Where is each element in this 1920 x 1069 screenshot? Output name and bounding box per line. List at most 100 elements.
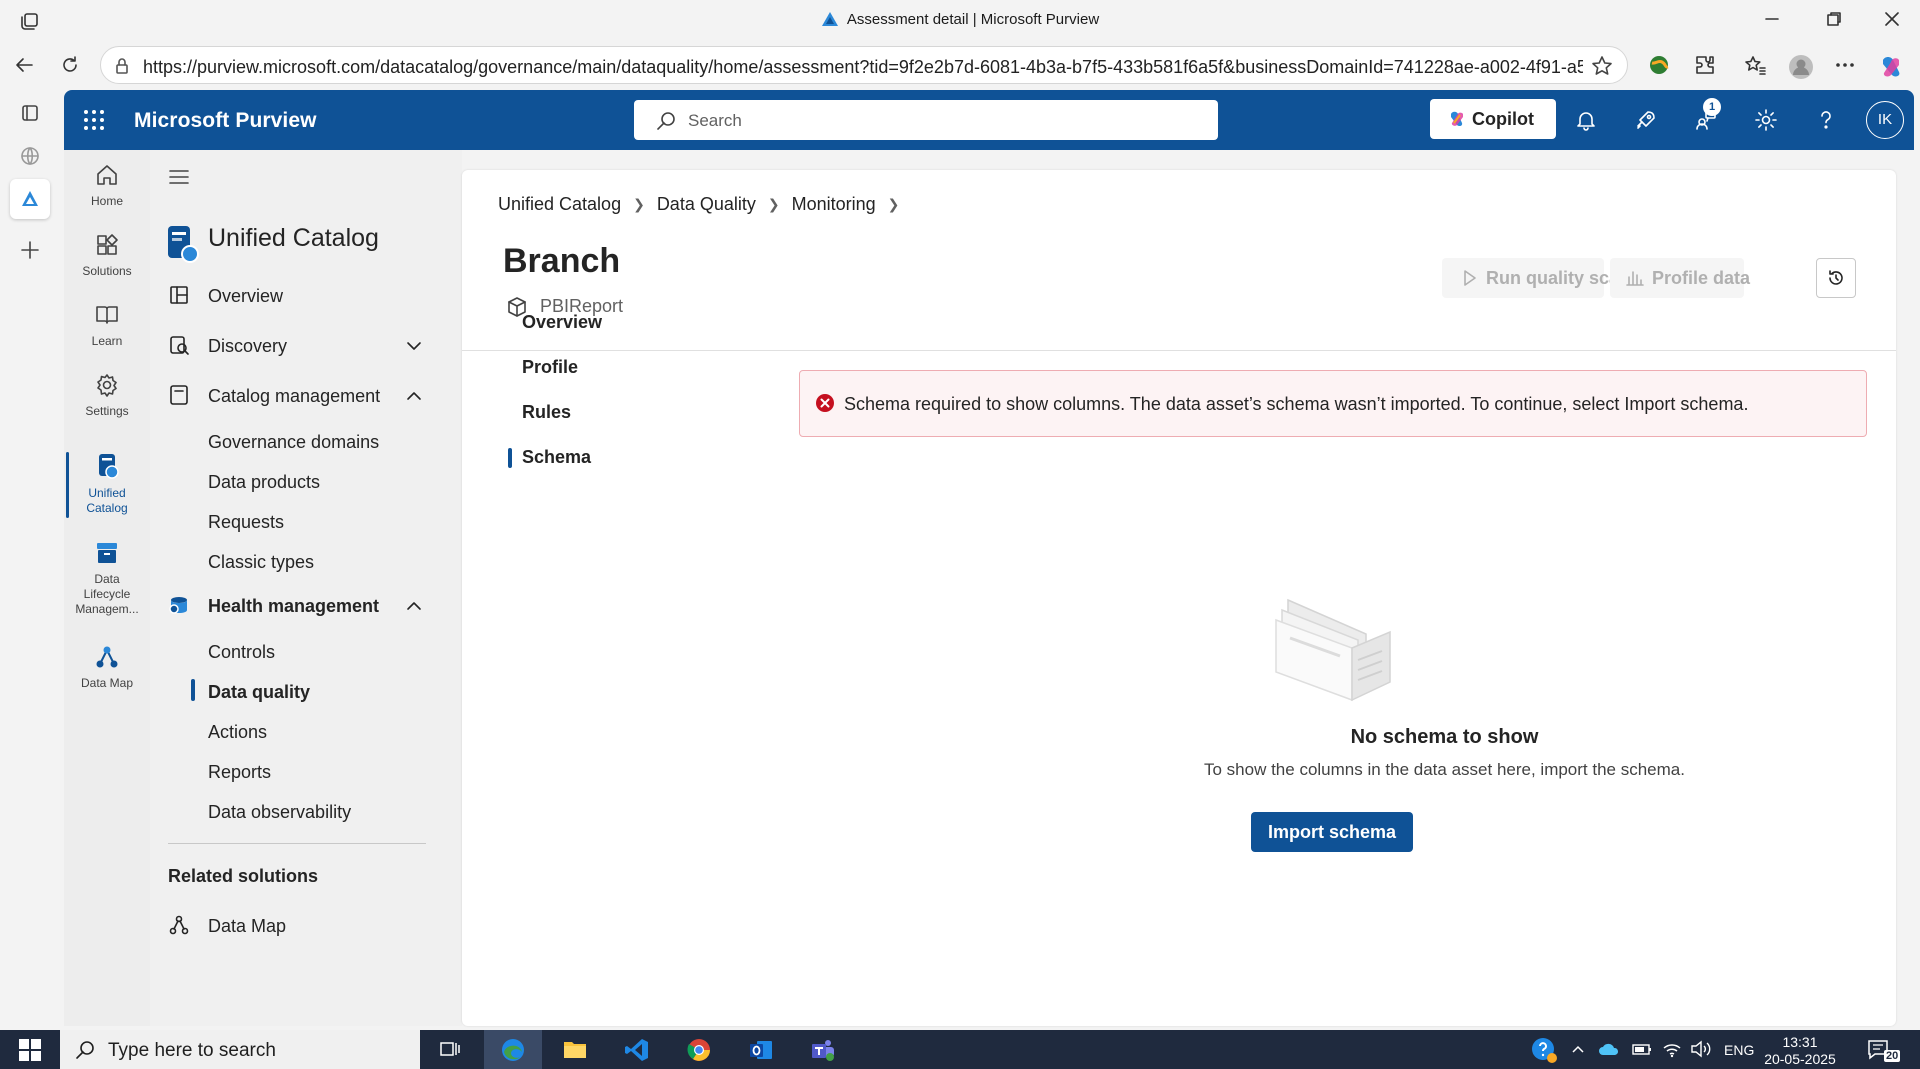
url-text[interactable]: https://purview.microsoft.com/datacatalo… bbox=[143, 57, 1583, 78]
edge-browser-icon[interactable] bbox=[484, 1030, 542, 1069]
back-button[interactable] bbox=[8, 49, 40, 81]
address-bar[interactable]: https://purview.microsoft.com/datacatalo… bbox=[100, 46, 1628, 84]
site-info-icon[interactable] bbox=[113, 57, 131, 75]
nav-label: Classic types bbox=[208, 552, 315, 572]
breadcrumb-item[interactable]: Unified Catalog bbox=[498, 194, 621, 214]
tab-overview[interactable]: Overview bbox=[522, 312, 602, 333]
purview-tab-icon[interactable] bbox=[10, 179, 50, 219]
rail-item-settings[interactable]: Settings bbox=[64, 372, 150, 419]
app-brand[interactable]: Microsoft Purview bbox=[134, 109, 317, 133]
copilot-browser-icon[interactable] bbox=[1874, 50, 1904, 80]
help-tray-icon[interactable] bbox=[1530, 1036, 1558, 1069]
restore-button[interactable] bbox=[1812, 4, 1856, 36]
rocket-icon[interactable] bbox=[1630, 104, 1662, 136]
nav-label: Controls bbox=[208, 642, 276, 662]
empty-state-title: No schema to show bbox=[1350, 726, 1539, 748]
empty-state-description: To show the columns in the data asset he… bbox=[1204, 760, 1685, 779]
chevron-up-icon[interactable] bbox=[404, 596, 424, 616]
taskbar-search-input[interactable]: Type here to search bbox=[60, 1030, 420, 1069]
nav-item-discovery[interactable]: Discovery bbox=[150, 330, 462, 362]
notification-center-icon[interactable]: 20 bbox=[1866, 1038, 1906, 1069]
taskbar-search-placeholder: Type here to search bbox=[108, 1040, 276, 1061]
task-view-icon[interactable] bbox=[420, 1030, 478, 1069]
profile-icon[interactable] bbox=[1784, 50, 1814, 80]
nav-subitem-reports[interactable]: Reports bbox=[150, 757, 462, 787]
active-tab-indicator bbox=[508, 448, 512, 468]
feedback-icon[interactable] bbox=[1690, 104, 1722, 136]
tab-pages-icon[interactable] bbox=[10, 93, 50, 133]
copilot-button[interactable]: Copilot bbox=[1430, 99, 1556, 139]
onedrive-icon[interactable] bbox=[1598, 1041, 1620, 1069]
nav-item-data-map[interactable]: Data Map bbox=[150, 910, 462, 942]
outlook-icon[interactable] bbox=[732, 1030, 790, 1069]
breadcrumb-item[interactable]: Data Quality bbox=[657, 194, 756, 214]
nav-item-health-management[interactable]: Health management bbox=[150, 590, 462, 622]
nav-label: Governance domains bbox=[208, 432, 380, 452]
rail-item-learn[interactable]: Learn bbox=[64, 302, 150, 349]
app-launcher-icon[interactable] bbox=[80, 106, 108, 134]
chevron-right-icon: ❯ bbox=[633, 196, 645, 212]
chevron-up-icon[interactable] bbox=[404, 386, 424, 406]
health-management-icon bbox=[168, 594, 190, 616]
nav-subitem-data-products[interactable]: Data products bbox=[150, 467, 462, 497]
tab-schema[interactable]: Schema bbox=[522, 447, 591, 468]
tab-profile[interactable]: Profile bbox=[522, 357, 578, 378]
nav-subitem-governance-domains[interactable]: Governance domains bbox=[150, 427, 462, 457]
chevron-right-icon: ❯ bbox=[767, 196, 780, 212]
teams-icon[interactable] bbox=[794, 1030, 852, 1069]
add-tab-icon[interactable] bbox=[10, 230, 50, 270]
error-icon bbox=[815, 393, 835, 413]
bell-icon[interactable] bbox=[1570, 104, 1602, 136]
language-indicator[interactable]: ENG bbox=[1724, 1042, 1754, 1069]
nav-subitem-requests[interactable]: Requests bbox=[150, 507, 462, 537]
file-explorer-icon[interactable] bbox=[546, 1030, 604, 1069]
nav-subitem-classic-types[interactable]: Classic types bbox=[150, 547, 462, 577]
rail-item-data-lifecycle[interactable]: Data Lifecycle Managem... bbox=[64, 540, 150, 617]
clock-date: 20-05-2025 bbox=[1764, 1051, 1836, 1067]
favorites-icon[interactable] bbox=[1740, 50, 1770, 80]
tab-rules[interactable]: Rules bbox=[522, 402, 571, 423]
globe-icon[interactable] bbox=[10, 136, 50, 176]
rail-item-unified-catalog[interactable]: Unified Catalog bbox=[64, 452, 150, 516]
rail-label: Unified Catalog bbox=[86, 486, 128, 515]
history-button[interactable] bbox=[1816, 258, 1856, 298]
battery-icon[interactable] bbox=[1632, 1041, 1652, 1069]
user-avatar[interactable]: IK bbox=[1866, 101, 1904, 139]
import-schema-button[interactable]: Import schema bbox=[1251, 812, 1413, 852]
nav-subitem-controls[interactable]: Controls bbox=[150, 637, 462, 667]
chevron-down-icon[interactable] bbox=[404, 336, 424, 356]
close-window-button[interactable] bbox=[1870, 4, 1914, 36]
profile-data-button[interactable]: Profile data bbox=[1610, 258, 1750, 298]
nav-subitem-data-quality[interactable]: Data quality bbox=[150, 677, 462, 707]
nav-item-overview[interactable]: Overview bbox=[150, 280, 462, 312]
nav-item-catalog-management[interactable]: Catalog management bbox=[150, 380, 462, 412]
wifi-icon[interactable] bbox=[1662, 1040, 1682, 1069]
rail-item-data-map[interactable]: Data Map bbox=[64, 644, 150, 691]
system-clock[interactable]: 13:31 20-05-2025 bbox=[1762, 1034, 1838, 1068]
hamburger-menu-icon[interactable] bbox=[168, 166, 190, 188]
book-icon bbox=[96, 306, 118, 324]
rail-item-solutions[interactable]: Solutions bbox=[64, 232, 150, 279]
extension-globe-icon[interactable] bbox=[1644, 50, 1674, 80]
run-quality-scan-button[interactable]: Run quality scan bbox=[1442, 258, 1630, 298]
breadcrumb-item[interactable]: Monitoring bbox=[792, 194, 876, 214]
chrome-icon[interactable] bbox=[670, 1030, 728, 1069]
rail-label: Learn bbox=[91, 334, 123, 348]
global-search-input[interactable]: Search bbox=[634, 100, 1218, 140]
rail-item-home[interactable]: Home bbox=[64, 162, 150, 209]
favorite-star-icon[interactable] bbox=[1591, 55, 1613, 77]
refresh-button[interactable] bbox=[54, 49, 86, 81]
start-button[interactable] bbox=[0, 1030, 60, 1069]
chevron-up-icon[interactable] bbox=[1570, 1041, 1586, 1069]
gear-icon[interactable] bbox=[1750, 104, 1782, 136]
copilot-icon bbox=[1448, 110, 1466, 128]
help-icon[interactable] bbox=[1810, 104, 1842, 136]
nav-title: Unified Catalog bbox=[208, 224, 379, 252]
vscode-icon[interactable] bbox=[608, 1030, 666, 1069]
extensions-icon[interactable] bbox=[1690, 50, 1720, 80]
minimize-button[interactable] bbox=[1750, 4, 1794, 36]
nav-subitem-actions[interactable]: Actions bbox=[150, 717, 462, 747]
volume-icon[interactable] bbox=[1690, 1040, 1712, 1069]
nav-subitem-data-observability[interactable]: Data observability bbox=[150, 797, 462, 827]
more-options-icon[interactable] bbox=[1830, 50, 1860, 80]
